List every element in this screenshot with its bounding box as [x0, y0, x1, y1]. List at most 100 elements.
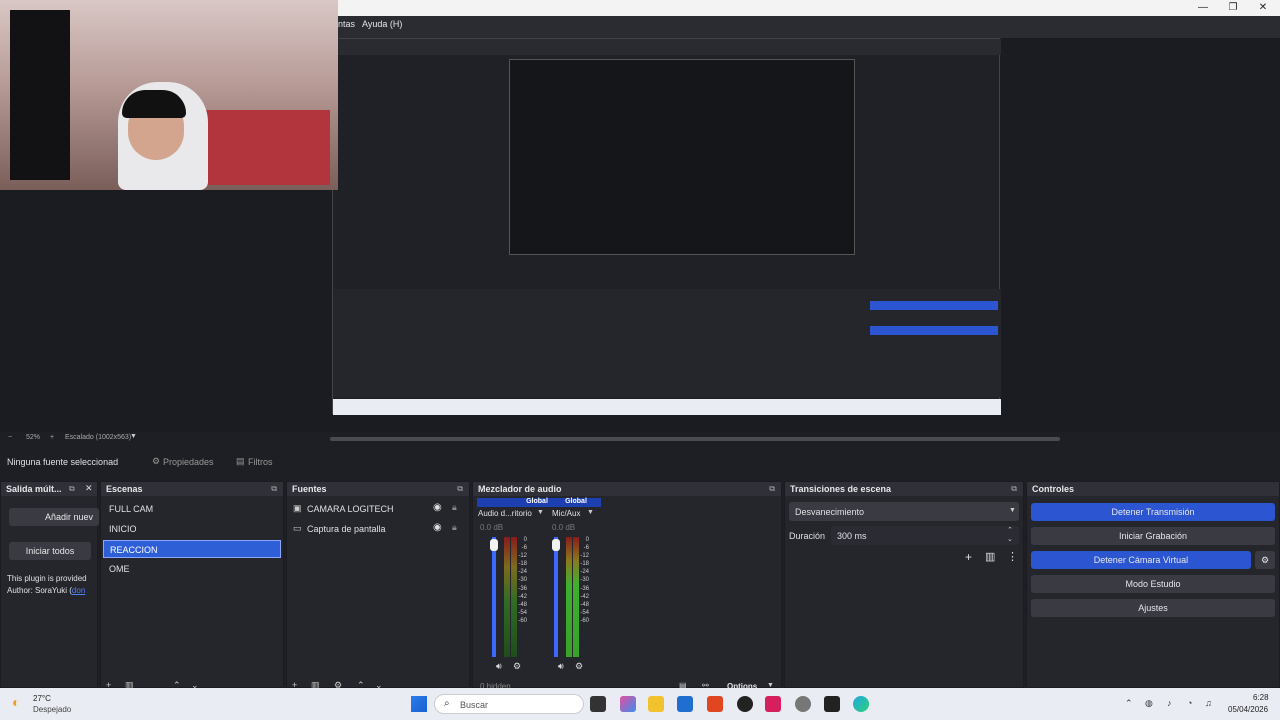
source-item[interactable]: Captura de pantalla: [307, 524, 386, 534]
more-options-icon[interactable]: ⋮: [1007, 550, 1018, 563]
minimize-icon[interactable]: —: [1188, 0, 1218, 16]
filter-icon: ▤: [236, 456, 245, 466]
zoom-plus-icon[interactable]: +: [50, 434, 54, 441]
zoom-level: 52%: [26, 434, 41, 441]
zoom-minus-icon[interactable]: −: [8, 434, 12, 441]
dock-title: Mezclador de audio: [473, 482, 781, 496]
settings-button[interactable]: Ajustes: [1031, 599, 1275, 617]
scene-item[interactable]: FULL CAM: [103, 500, 283, 518]
webcam-feed: [0, 0, 338, 190]
eye-icon[interactable]: ◉: [433, 522, 442, 533]
gear-icon: ⚙: [152, 456, 161, 466]
copilot-icon[interactable]: [620, 696, 636, 712]
horizontal-scrollbar[interactable]: [330, 437, 1060, 441]
channel2-volume-slider[interactable]: [554, 537, 558, 657]
capcut-icon[interactable]: [824, 696, 840, 712]
task-view-icon[interactable]: [590, 696, 606, 712]
microphone-icon[interactable]: ♪: [1167, 698, 1172, 708]
camera-icon: ▣: [293, 503, 302, 513]
undock-icon[interactable]: ⧉: [69, 484, 75, 494]
channel2-db: 0.0 dB: [552, 523, 576, 532]
taskbar-search-box[interactable]: ⌕ Buscar: [434, 694, 584, 714]
speaker-icon[interactable]: 🔊︎: [558, 661, 564, 672]
weather-icon[interactable]: ◐: [12, 694, 20, 710]
scene-item[interactable]: OME: [103, 560, 283, 578]
channel1-db: 0.0 dB: [480, 523, 504, 532]
gear-icon[interactable]: ⚙: [513, 661, 521, 672]
store-icon[interactable]: [677, 696, 693, 712]
menu-ayuda[interactable]: Ayuda (H): [362, 19, 402, 29]
dock-title: Escenas: [101, 482, 283, 496]
stepper-down-icon[interactable]: ⌄: [1007, 535, 1013, 543]
lock-icon[interactable]: 🔒︎: [452, 522, 457, 533]
channel1-slider-handle[interactable]: [490, 539, 498, 551]
chevron-up-icon[interactable]: ⌃: [1125, 698, 1133, 709]
channel2-scale: 0 -6 -12 -18 -24 -30 -36 -42 -48 -54 -60: [580, 537, 589, 624]
donate-link[interactable]: don: [72, 586, 85, 595]
settings-app-icon[interactable]: [795, 696, 811, 712]
clock-date[interactable]: 05/04/2026: [1228, 705, 1268, 714]
gear-icon[interactable]: ⚙: [575, 661, 583, 672]
add-output-button[interactable]: Añadir nuev: [9, 508, 99, 526]
channel1-dropdown-icon[interactable]: ▼: [537, 509, 544, 516]
eye-icon[interactable]: ◉: [433, 502, 442, 513]
stop-streaming-button[interactable]: Detener Transmisión: [1031, 503, 1275, 521]
virtual-camera-settings-icon[interactable]: ⚙: [1255, 551, 1275, 569]
channel1-scale: 0 -6 -12 -18 -24 -30 -36 -42 -48 -54 -60: [518, 537, 527, 624]
plugin-info-line1: This plugin is provided: [7, 574, 87, 583]
channel2-vu-meter: [573, 537, 579, 657]
search-icon: ⌕: [444, 698, 450, 709]
start-all-button[interactable]: Iniciar todos: [9, 542, 91, 560]
dock-title: Fuentes: [287, 482, 469, 496]
undock-icon[interactable]: ⧉: [457, 484, 463, 494]
undock-icon[interactable]: ⧉: [271, 484, 277, 494]
duration-input[interactable]: 300 ms ⌃ ⌄: [831, 526, 1019, 545]
stop-virtual-camera-button[interactable]: Detener Cámara Virtual: [1031, 551, 1251, 569]
speaker-icon[interactable]: 🔊︎: [496, 661, 502, 672]
channel2-name[interactable]: Mic/Aux: [552, 509, 580, 518]
close-icon[interactable]: ✕: [1248, 0, 1278, 16]
undock-icon[interactable]: ⧉: [769, 484, 775, 494]
channel1-name[interactable]: Audio d...ritorio: [478, 509, 532, 518]
studio-mode-button[interactable]: Modo Estudio: [1031, 575, 1275, 593]
edge-icon[interactable]: [853, 696, 869, 712]
close-dock-icon[interactable]: ✕: [85, 483, 93, 494]
start-recording-button[interactable]: Iniciar Grabación: [1031, 527, 1275, 545]
duration-value: 300 ms: [837, 531, 867, 541]
brave-icon[interactable]: [707, 696, 723, 712]
lock-icon[interactable]: 🔒︎: [452, 502, 457, 513]
clock-time[interactable]: 6:28: [1253, 693, 1269, 702]
nested-screen-capture: [332, 38, 1001, 415]
file-explorer-icon[interactable]: [648, 696, 664, 712]
obs-icon[interactable]: [737, 696, 753, 712]
weather-temp: 27°C: [33, 694, 51, 703]
trash-icon[interactable]: ▥: [985, 550, 995, 563]
scene-item-selected[interactable]: REACCION: [103, 540, 281, 558]
scene-transitions-dock: Transiciones de escena ⧉ Desvanecimiento…: [784, 481, 1024, 688]
channel2-slider-handle[interactable]: [552, 539, 560, 551]
maximize-icon[interactable]: ❐: [1218, 0, 1248, 16]
filters-button[interactable]: Filtros: [248, 457, 273, 467]
taskbar: [0, 688, 1280, 720]
stepper-up-icon[interactable]: ⌃: [1007, 526, 1013, 534]
channel2-dropdown-icon[interactable]: ▼: [587, 509, 594, 516]
channel1-vu-meter: [511, 537, 517, 657]
add-transition-icon[interactable]: +: [965, 550, 972, 564]
selected-source-label: Ninguna fuente seleccionad: [7, 457, 119, 467]
scene-item[interactable]: INICIO: [103, 520, 283, 538]
scenes-dock: Escenas ⧉ FULL CAM INICIO REACCION OME +…: [100, 481, 284, 690]
properties-button[interactable]: Propiedades: [163, 457, 214, 467]
volume-icon[interactable]: ♫: [1205, 698, 1212, 708]
tiktok-icon[interactable]: [765, 696, 781, 712]
multi-output-dock: Salida múlt... ⧉ ✕ Añadir nuev Iniciar t…: [0, 481, 99, 688]
network-icon[interactable]: ◍: [1145, 698, 1153, 709]
menu-herramientas[interactable]: ntas: [338, 19, 355, 29]
source-item[interactable]: CAMARA LOGITECH: [307, 504, 394, 514]
start-menu-icon[interactable]: [411, 696, 427, 712]
undock-icon[interactable]: ⧉: [1011, 484, 1017, 494]
wifi-icon[interactable]: ◔: [1187, 698, 1192, 708]
transition-select[interactable]: Desvanecimiento ▼: [789, 502, 1019, 521]
dock-title: Transiciones de escena: [785, 482, 1023, 496]
scale-dropdown-icon[interactable]: ▼: [130, 433, 137, 440]
channel1-volume-slider[interactable]: [492, 537, 496, 657]
